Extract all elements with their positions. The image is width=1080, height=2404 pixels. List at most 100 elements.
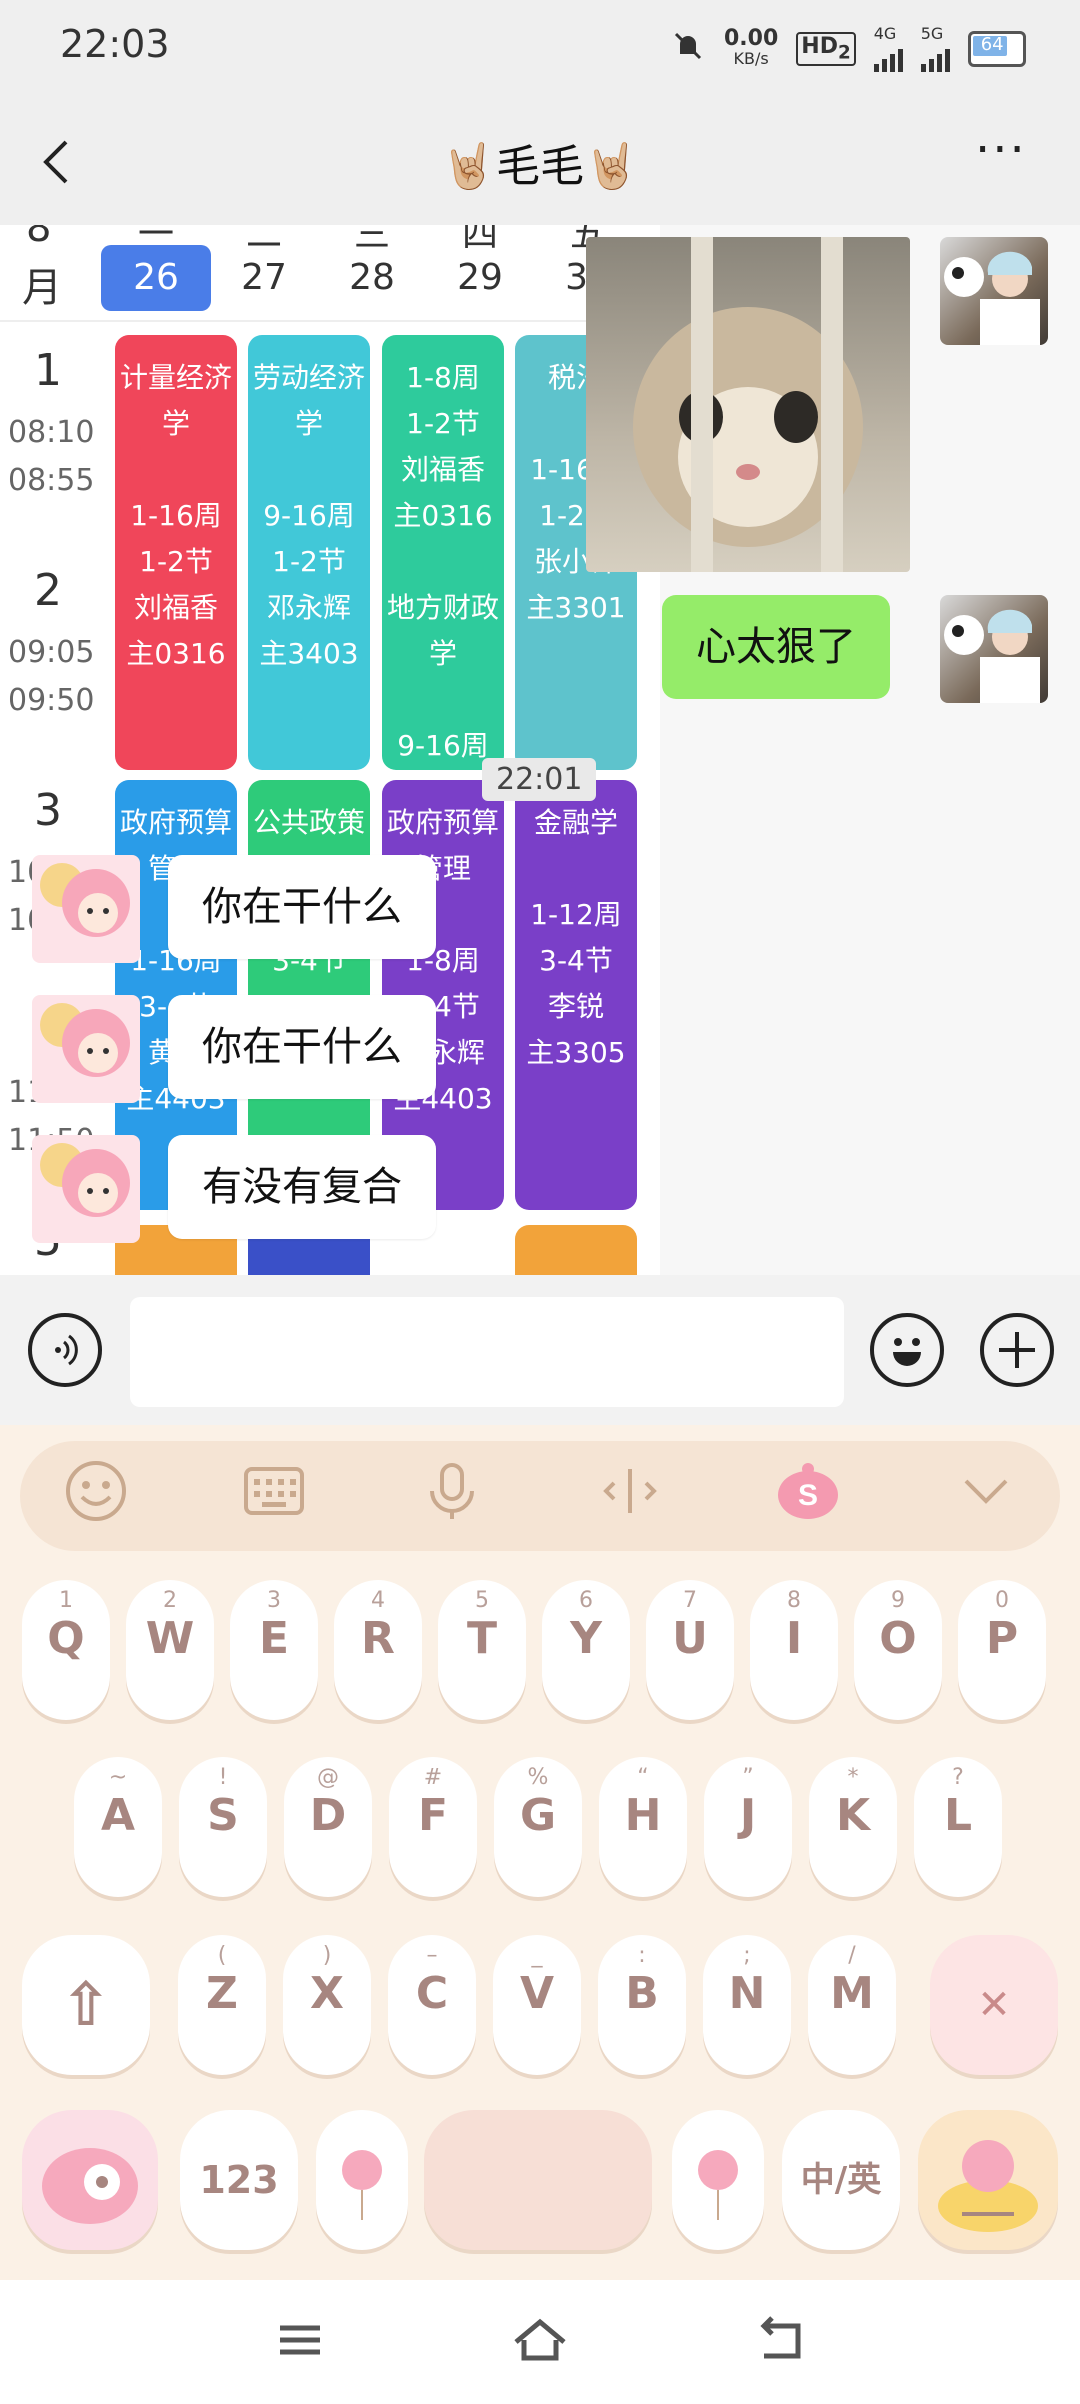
message-bubble-received[interactable]: 有没有复合 bbox=[168, 1135, 436, 1239]
menu-icon bbox=[280, 2325, 320, 2355]
home-button[interactable] bbox=[505, 2310, 575, 2370]
emoji-mascot-key[interactable] bbox=[22, 2110, 158, 2250]
emoji-button[interactable] bbox=[870, 1313, 944, 1387]
signal-bars-icon bbox=[873, 42, 903, 72]
key-secondary: : bbox=[638, 1943, 646, 1968]
status-time: 22:03 bbox=[60, 22, 170, 66]
duck-mascot-icon bbox=[938, 2140, 1038, 2232]
day-header: 四 29 bbox=[425, 225, 535, 315]
key-label: S bbox=[207, 1790, 239, 1841]
space-key[interactable] bbox=[424, 2110, 652, 2250]
enter-key[interactable] bbox=[918, 2110, 1058, 2250]
key-j[interactable]: ” J bbox=[704, 1757, 792, 1897]
microphone-icon bbox=[430, 1463, 474, 1519]
key-q[interactable]: 1Q bbox=[22, 1580, 110, 1720]
kb-voice-button[interactable] bbox=[416, 1459, 488, 1531]
key-y[interactable]: 6Y bbox=[542, 1580, 630, 1720]
key-w[interactable]: 2W bbox=[126, 1580, 214, 1720]
signal-5g: 5G bbox=[920, 24, 950, 72]
kb-collapse-button[interactable] bbox=[950, 1459, 1022, 1531]
key-p[interactable]: 0P bbox=[958, 1580, 1046, 1720]
key-b[interactable]: :B bbox=[598, 1935, 686, 2075]
contact-avatar[interactable] bbox=[32, 995, 140, 1103]
key-secondary: 1 bbox=[59, 1588, 73, 1613]
sogou-logo-button[interactable]: S bbox=[772, 1459, 844, 1531]
battery-level: 64 bbox=[980, 34, 1004, 55]
key-label: O bbox=[879, 1613, 917, 1664]
key-d[interactable]: @ D bbox=[284, 1757, 372, 1897]
key-label: Q bbox=[47, 1613, 85, 1664]
number-key[interactable]: 123 bbox=[180, 2110, 298, 2250]
key-secondary: 8 bbox=[787, 1588, 801, 1613]
language-switch-key[interactable]: 中/英 bbox=[782, 2110, 900, 2250]
key-s[interactable]: ! S bbox=[179, 1757, 267, 1897]
kb-cursor-button[interactable] bbox=[594, 1459, 666, 1531]
keyboard-icon bbox=[244, 1467, 304, 1515]
message-bubble-received[interactable]: 你在干什么 bbox=[168, 995, 436, 1099]
comma-key[interactable] bbox=[316, 2110, 408, 2250]
day-name: 一 bbox=[137, 225, 174, 255]
period-time: 09:05 bbox=[8, 635, 95, 670]
voice-button[interactable] bbox=[28, 1313, 102, 1387]
key-c[interactable]: – C bbox=[388, 1935, 476, 2075]
key-x[interactable]: ) X bbox=[283, 1935, 371, 2075]
key-g[interactable]: % G bbox=[494, 1757, 582, 1897]
shift-key[interactable]: ⇧ bbox=[22, 1935, 150, 2075]
key-secondary: @ bbox=[317, 1765, 339, 1790]
cat-sticker-image[interactable] bbox=[586, 237, 910, 572]
signal-5g-label: 5G bbox=[920, 24, 944, 43]
my-avatar[interactable] bbox=[940, 237, 1048, 345]
key-m[interactable]: / M bbox=[808, 1935, 896, 2075]
message-input[interactable] bbox=[130, 1297, 844, 1407]
key-i[interactable]: 8I bbox=[750, 1580, 838, 1720]
key-label: Z bbox=[206, 1968, 238, 2019]
key-t[interactable]: 5T bbox=[438, 1580, 526, 1720]
message-timestamp: 22:01 bbox=[482, 758, 597, 801]
key-l[interactable]: ? L bbox=[914, 1757, 1002, 1897]
contact-avatar[interactable] bbox=[32, 1135, 140, 1243]
key-k[interactable]: * K bbox=[809, 1757, 897, 1897]
key-u[interactable]: 7U bbox=[646, 1580, 734, 1720]
key-label: C bbox=[415, 1968, 449, 2019]
chat-area[interactable]: 8 月 一26二27三28四29五30 108:1008:55209:0509:… bbox=[0, 225, 1080, 1275]
key-h[interactable]: “H bbox=[599, 1757, 687, 1897]
menu-button[interactable] bbox=[265, 2310, 335, 2370]
key-a[interactable]: ~ A bbox=[74, 1757, 162, 1897]
key-z[interactable]: (Z bbox=[178, 1935, 266, 2075]
signal-4g: 4G bbox=[873, 26, 903, 72]
status-icons: 0.00 KB/s HD2 4G 5G 64 bbox=[670, 26, 1026, 72]
day-header: 三 28 bbox=[317, 225, 427, 315]
key-f[interactable]: # F bbox=[389, 1757, 477, 1897]
chat-header: 🤘🏼毛毛🤘🏼 ··· bbox=[0, 100, 1080, 225]
plus-button[interactable] bbox=[980, 1313, 1054, 1387]
course-cell: 1-8周 1-2节 刘福香 主0316 地方财政学 9-16周 1-2节 bbox=[382, 335, 504, 770]
key-n[interactable]: ; N bbox=[703, 1935, 791, 2075]
message-bubble-sent[interactable]: 心太狠了 bbox=[662, 595, 890, 699]
chevron-down-icon bbox=[964, 1479, 1008, 1504]
battery-icon: 64 bbox=[967, 31, 1026, 67]
key-secondary: ? bbox=[952, 1765, 964, 1790]
key-r[interactable]: 4R bbox=[334, 1580, 422, 1720]
key-secondary: 6 bbox=[579, 1588, 593, 1613]
key-o[interactable]: 9O bbox=[854, 1580, 942, 1720]
key-label: B bbox=[625, 1968, 659, 2019]
period-key[interactable] bbox=[672, 2110, 764, 2250]
back-icon bbox=[760, 2316, 801, 2359]
day-number: 28 bbox=[349, 257, 395, 298]
kb-layout-button[interactable] bbox=[238, 1459, 310, 1531]
message-bubble-received[interactable]: 你在干什么 bbox=[168, 855, 436, 959]
more-button[interactable]: ··· bbox=[975, 122, 1027, 178]
schedule-screenshot: 8 月 一26二27三28四29五30 108:1008:55209:0509:… bbox=[0, 225, 660, 1275]
status-bar: 22:03 0.00 KB/s HD2 4G 5G 64 bbox=[0, 0, 1080, 100]
key-label: H bbox=[624, 1790, 662, 1841]
kb-emoji-button[interactable] bbox=[60, 1459, 132, 1531]
contact-avatar[interactable] bbox=[32, 855, 140, 963]
back-nav-button[interactable] bbox=[745, 2310, 815, 2370]
delete-key[interactable]: ✕ bbox=[930, 1935, 1058, 2075]
key-secondary: 2 bbox=[163, 1588, 177, 1613]
key-v[interactable]: _ V bbox=[493, 1935, 581, 2075]
my-avatar[interactable] bbox=[940, 595, 1048, 703]
course-cell: 计量经济学 1-16周 1-2节 刘福香 主0316 bbox=[115, 335, 237, 770]
key-e[interactable]: 3E bbox=[230, 1580, 318, 1720]
key-label: T bbox=[466, 1613, 497, 1664]
